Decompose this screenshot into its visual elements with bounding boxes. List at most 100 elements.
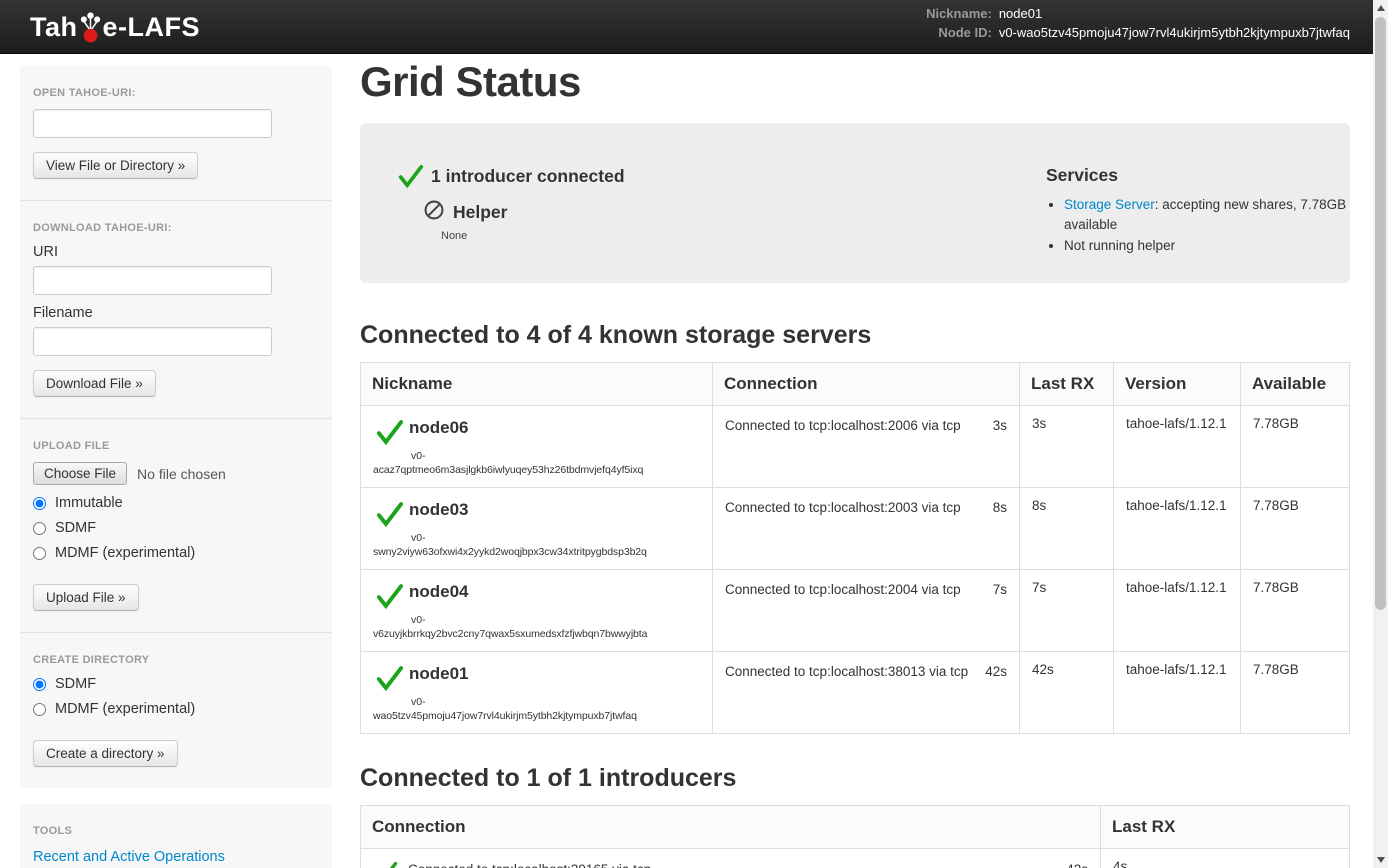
file-picker: Choose File No file chosen <box>33 462 319 485</box>
radio-option-upload-format-0[interactable]: Immutable <box>33 495 319 511</box>
nickname-cell: node06 v0- acaz7qptmeo6m3asjlgkb6iwlyuqe… <box>361 406 713 488</box>
download-file-button[interactable]: Download File » <box>33 370 156 397</box>
available-cell: 7.78GB <box>1241 406 1350 488</box>
upload-file-section: UPLOAD FILE Choose File No file chosen I… <box>20 418 332 632</box>
nickname-cell: node03 v0- swny2viyw63ofxwi4x2yykd2woqjb… <box>361 488 713 570</box>
radio-label: SDMF <box>55 520 96 536</box>
services-panel: Services Storage Server: accepting new s… <box>1046 165 1376 258</box>
filename-field-label: Filename <box>33 305 319 321</box>
server-nickname: node01 <box>409 662 469 686</box>
create-directory-label: CREATE DIRECTORY <box>33 654 319 666</box>
server-nickname: node06 <box>409 416 469 440</box>
available-cell: 7.78GB <box>1241 652 1350 734</box>
radio-label: MDMF (experimental) <box>55 701 195 717</box>
radio-mkdir-format-0[interactable] <box>33 678 46 691</box>
connection-cell: Connected to tcp:localhost:2006 via tcp … <box>713 406 1020 488</box>
recent-operations-link[interactable]: Recent and Active Operations <box>33 849 225 865</box>
nickname-cell: node04 v0- v6zuyjkbrrkqy2bvc2cny7qwax5sx… <box>361 570 713 652</box>
col-nickname: Nickname <box>361 363 713 406</box>
storage-table-header-row: Nickname Connection Last RX Version Avai… <box>361 363 1350 406</box>
server-id-hash: acaz7qptmeo6m3asjlgkb6iwlyuqey53hz26tbdm… <box>373 463 700 477</box>
radio-label: SDMF <box>55 676 96 692</box>
connected-check-icon <box>373 416 409 449</box>
connected-check-icon <box>397 163 425 194</box>
scroll-down-arrow-icon[interactable] <box>1377 857 1385 863</box>
storage-server-row: node03 v0- swny2viyw63ofxwi4x2yykd2woqjb… <box>361 488 1350 570</box>
radio-upload-format-1[interactable] <box>33 522 46 535</box>
upload-file-label: UPLOAD FILE <box>33 440 319 452</box>
radio-option-mkdir-format-0[interactable]: SDMF <box>33 676 319 692</box>
scroll-up-arrow-icon[interactable] <box>1377 5 1385 11</box>
open-uri-label: OPEN TAHOE-URI: <box>33 87 319 99</box>
tools-panel: TOOLS Recent and Active Operations <box>20 804 332 868</box>
server-id-hash: v6zuyjkbrrkqy2bvc2cny7qwax5sxumedsxfzfjw… <box>373 627 700 641</box>
upload-format-radios: Immutable SDMF MDMF (experimental) <box>33 495 319 561</box>
mkdir-format-radios: SDMF MDMF (experimental) <box>33 676 319 717</box>
services-list: Storage Server: accepting new shares, 7.… <box>1046 195 1376 256</box>
server-id-prefix: v0- <box>411 613 700 627</box>
service-item: Not running helper <box>1064 236 1376 256</box>
view-file-button[interactable]: View File or Directory » <box>33 152 198 179</box>
connection-text: Connected to tcp:localhost:38013 via tcp <box>725 664 968 679</box>
storage-servers-table: Nickname Connection Last RX Version Avai… <box>360 362 1350 734</box>
sidebar: OPEN TAHOE-URI: View File or Directory »… <box>20 66 332 868</box>
download-uri-section: DOWNLOAD TAHOE-URI: URI Filename Downloa… <box>20 200 332 418</box>
storage-server-row: node04 v0- v6zuyjkbrrkqy2bvc2cny7qwax5sx… <box>361 570 1350 652</box>
storage-servers-heading: Connected to 4 of 4 known storage server… <box>360 321 1350 350</box>
connected-check-icon <box>373 498 409 531</box>
scrollbar-thumb[interactable] <box>1375 17 1386 610</box>
node-id-value: v0-wao5tzv45pmoju47jow7rvl4ukirjm5ytbh2k… <box>999 25 1350 41</box>
radio-label: MDMF (experimental) <box>55 545 195 561</box>
introducers-table-body: Connected to tcp:localhost:39165 via tcp… <box>361 849 1350 868</box>
col-connection: Connection <box>713 363 1020 406</box>
download-uri-input[interactable] <box>33 266 272 295</box>
col-version: Version <box>1114 363 1241 406</box>
last-rx-cell: 3s <box>1020 406 1114 488</box>
server-id-prefix: v0- <box>411 449 700 463</box>
radio-mkdir-format-1[interactable] <box>33 703 46 716</box>
upload-file-button[interactable]: Upload File » <box>33 584 139 611</box>
page: Tah e-LAFS Nickname: node01 Node ID: v0-… <box>0 0 1388 868</box>
radio-option-mkdir-format-1[interactable]: MDMF (experimental) <box>33 701 319 717</box>
download-filename-input[interactable] <box>33 327 272 356</box>
connected-check-icon <box>373 662 409 695</box>
radio-option-upload-format-2[interactable]: MDMF (experimental) <box>33 545 319 561</box>
introducers-table: Connection Last RX Connected to tcp:loca… <box>360 805 1350 868</box>
connected-duration: 42s <box>985 664 1007 679</box>
connected-duration: 42s <box>1066 859 1088 868</box>
radio-upload-format-0[interactable] <box>33 497 46 510</box>
server-id-prefix: v0- <box>411 695 700 709</box>
brand-text-post: e-LAFS <box>103 9 201 45</box>
create-directory-button[interactable]: Create a directory » <box>33 740 178 767</box>
tahoe-lafs-logo: Tah e-LAFS <box>30 9 200 45</box>
storage-server-row: node01 v0- wao5tzv45pmoju47jow7rvl4ukirj… <box>361 652 1350 734</box>
introducer-connection-cell: Connected to tcp:localhost:39165 via tcp… <box>361 849 1101 868</box>
introducer-row: Connected to tcp:localhost:39165 via tcp… <box>361 849 1350 868</box>
radio-option-upload-format-1[interactable]: SDMF <box>33 520 319 536</box>
server-id-hash: swny2viyw63ofxwi4x2yykd2woqjbpx3cw34xtri… <box>373 545 700 559</box>
open-uri-input[interactable] <box>33 109 272 138</box>
main-content: Grid Status 1 introducer connected Helpe… <box>360 56 1350 868</box>
connection-text: Connected to tcp:localhost:2006 via tcp <box>725 418 961 433</box>
nickname-value: node01 <box>999 6 1350 22</box>
available-cell: 7.78GB <box>1241 570 1350 652</box>
col-intro-last-rx: Last RX <box>1101 806 1350 849</box>
radio-upload-format-2[interactable] <box>33 547 46 560</box>
node-id-label: Node ID: <box>926 25 992 41</box>
vertical-scrollbar[interactable] <box>1373 0 1388 868</box>
download-uri-label: DOWNLOAD TAHOE-URI: <box>33 222 319 234</box>
sidebar-forms-panel: OPEN TAHOE-URI: View File or Directory »… <box>20 66 332 788</box>
connected-check-icon <box>373 580 409 613</box>
nickname-cell: node01 v0- wao5tzv45pmoju47jow7rvl4ukirj… <box>361 652 713 734</box>
connection-text: Connected to tcp:localhost:2004 via tcp <box>725 582 961 597</box>
col-available: Available <box>1241 363 1350 406</box>
connection-cell: Connected to tcp:localhost:38013 via tcp… <box>713 652 1020 734</box>
introducer-status-row: 1 introducer connected <box>397 163 625 194</box>
introducer-connection-text: Connected to tcp:localhost:39165 via tcp <box>408 859 651 868</box>
choose-file-button[interactable]: Choose File <box>33 462 127 485</box>
uri-field-label: URI <box>33 244 319 260</box>
introducers-heading: Connected to 1 of 1 introducers <box>360 764 1350 793</box>
server-nickname: node04 <box>409 580 469 604</box>
storage-server-link[interactable]: Storage Server <box>1064 197 1155 212</box>
connection-cell: Connected to tcp:localhost:2004 via tcp … <box>713 570 1020 652</box>
